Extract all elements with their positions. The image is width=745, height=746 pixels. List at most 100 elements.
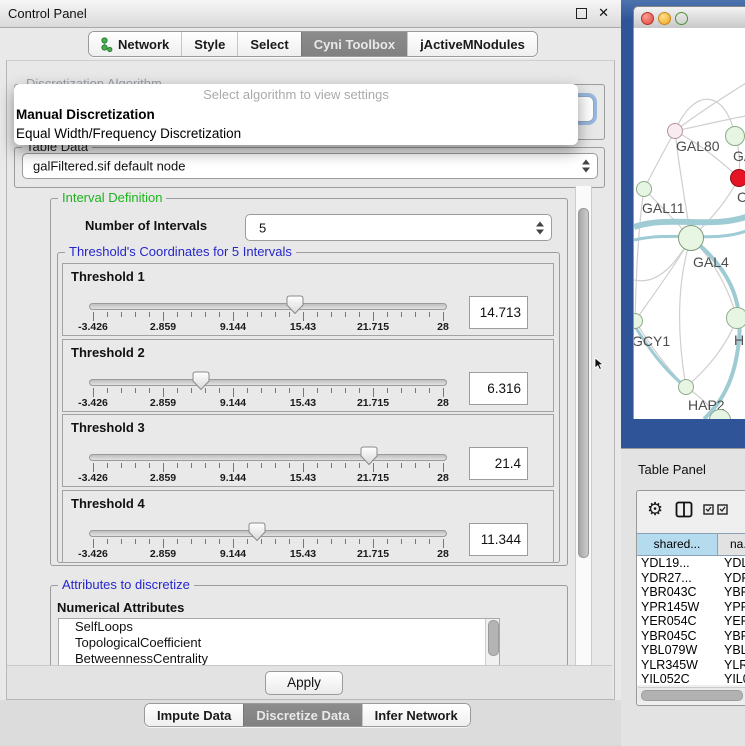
slider-tick — [247, 312, 248, 317]
threshold-slider-thumb[interactable] — [248, 522, 266, 547]
cell-name: YBR0 — [718, 585, 745, 600]
tab-discretize-data[interactable]: Discretize Data — [243, 704, 361, 726]
tab-label: Discretize Data — [256, 708, 349, 723]
threshold-row: Threshold 4-3.4262.8599.14415.4321.71528… — [62, 490, 554, 563]
tab-infer-network[interactable]: Infer Network — [362, 704, 470, 726]
slider-tick — [373, 388, 374, 397]
num-intervals-combobox[interactable]: 5 — [245, 214, 552, 241]
slider-tick-label: 21.715 — [343, 397, 403, 409]
slider-tick — [317, 539, 318, 544]
split-columns-icon[interactable] — [675, 501, 693, 518]
apply-bar: Apply — [7, 665, 612, 699]
table-header: shared... na... — [637, 533, 745, 556]
panel-scrollbar[interactable] — [575, 186, 592, 668]
table-row[interactable]: YBR043CYBR0 — [637, 585, 745, 600]
table-row[interactable]: YLR345WYLR3 — [637, 658, 745, 673]
select-attributes-icon[interactable] — [703, 504, 729, 515]
network-node-hap2[interactable] — [678, 379, 694, 395]
network-canvas[interactable]: GAL80GACGAL11GAL4HGCY1HAP2 — [633, 28, 745, 419]
table-hscrollbar-thumb[interactable] — [641, 690, 743, 701]
table-row[interactable]: YER054CYER0 — [637, 614, 745, 629]
threshold-list: Threshold 1-3.4262.8599.14415.4321.71528… — [62, 263, 554, 563]
slider-tick — [233, 539, 234, 548]
tab-jactivemnodules[interactable]: jActiveMNodules — [407, 32, 537, 56]
table-rows: YDL19...YDL1YDR27...YDR2YBR043CYBR0YPR14… — [637, 556, 745, 685]
cell-name: YBL0 — [718, 643, 745, 658]
threshold-value-field[interactable]: 14.713 — [469, 296, 528, 329]
apply-button[interactable]: Apply — [265, 671, 343, 695]
network-window-titlebar[interactable] — [633, 6, 745, 29]
network-node-gal11[interactable] — [636, 181, 652, 197]
network-node-gal4[interactable] — [678, 225, 704, 251]
tab-select[interactable]: Select — [237, 32, 300, 56]
network-node-ga[interactable] — [725, 126, 745, 146]
attribute-item-selfloops[interactable]: SelfLoops — [59, 619, 499, 635]
network-node-gal80[interactable] — [667, 123, 683, 139]
panel-title: Control Panel — [8, 6, 87, 21]
slider-tick-label: 21.715 — [343, 321, 403, 333]
gear-icon[interactable]: ⚙ — [647, 499, 663, 520]
float-window-icon[interactable] — [576, 8, 587, 19]
slider-tick-label: 2.859 — [133, 321, 193, 333]
table-row[interactable]: YPR145WYPR1 — [637, 600, 745, 615]
panel-scrollbar-thumb[interactable] — [578, 208, 589, 558]
table-row[interactable]: YDL19...YDL1 — [637, 556, 745, 571]
threshold-slider-track[interactable] — [89, 303, 447, 310]
table-row[interactable]: YIL052CYIL0 — [637, 672, 745, 685]
threshold-slider-track[interactable] — [89, 454, 447, 461]
threshold-slider-track[interactable] — [89, 379, 447, 386]
tab-style[interactable]: Style — [181, 32, 237, 56]
slider-tick — [93, 388, 94, 397]
slider-tick-label: 9.144 — [203, 321, 263, 333]
slider-tick — [107, 463, 108, 468]
tab-cyni-toolbox[interactable]: Cyni Toolbox — [301, 32, 407, 56]
tab-impute-data[interactable]: Impute Data — [145, 704, 243, 726]
tab-network[interactable]: Network — [89, 32, 181, 56]
algorithm-option-equal-width-frequency-discretization[interactable]: Equal Width/Frequency Discretization — [14, 124, 578, 143]
slider-tick — [373, 539, 374, 548]
tab-label: Network — [118, 37, 169, 52]
slider-tick — [317, 388, 318, 393]
attributes-scrollbar[interactable] — [485, 619, 499, 666]
numerical-attributes-list[interactable]: SelfLoopsTopologicalCoefficientBetweenne… — [58, 618, 500, 667]
threshold-value-field[interactable]: 6.316 — [469, 372, 528, 405]
minimize-traffic-light-icon[interactable] — [658, 12, 671, 25]
column-header-shared-name[interactable]: shared... — [637, 533, 718, 556]
slider-tick — [275, 539, 276, 544]
attributes-scrollbar-thumb[interactable] — [488, 620, 499, 656]
threshold-slider-thumb[interactable] — [286, 295, 304, 320]
network-node-c[interactable] — [730, 169, 745, 187]
column-header-name[interactable]: na... — [718, 533, 745, 556]
slider-tick — [289, 388, 290, 393]
slider-tick — [303, 463, 304, 472]
threshold-value-field[interactable]: 21.4 — [469, 447, 528, 480]
table-hscrollbar[interactable] — [638, 687, 745, 701]
thresholds-group-title: Threshold's Coordinates for 5 Intervals — [65, 244, 296, 259]
threshold-slider-thumb[interactable] — [192, 371, 210, 396]
attribute-item-topologicalcoefficient[interactable]: TopologicalCoefficient — [59, 635, 499, 651]
slider-tick — [163, 539, 164, 548]
table-data-combobox[interactable]: galFiltered.sif default node — [22, 153, 598, 179]
slider-tick — [191, 463, 192, 468]
table-row[interactable]: YBL079WYBL0 — [637, 643, 745, 658]
algorithm-prompt-item[interactable]: Select algorithm to view settings — [14, 84, 578, 105]
algorithm-option-manual-discretization[interactable]: Manual Discretization — [14, 105, 578, 124]
threshold-slider-track[interactable] — [89, 530, 447, 537]
slider-tick — [121, 388, 122, 393]
combo-stepper-icon — [536, 221, 544, 234]
slider-tick — [121, 463, 122, 468]
slider-tick — [331, 463, 332, 468]
tab-label: Style — [194, 37, 225, 52]
cell-shared-name: YER054C — [637, 614, 718, 629]
mouse-cursor — [594, 357, 606, 371]
slider-tick — [401, 388, 402, 393]
close-traffic-light-icon[interactable] — [641, 12, 654, 25]
zoom-traffic-light-icon[interactable] — [675, 12, 688, 25]
network-node-h[interactable] — [726, 307, 745, 329]
threshold-slider-thumb[interactable] — [360, 446, 378, 471]
table-row[interactable]: YDR27...YDR2 — [637, 571, 745, 586]
slider-tick — [317, 312, 318, 317]
threshold-value-field[interactable]: 11.344 — [469, 523, 528, 556]
close-icon[interactable]: ✕ — [598, 5, 609, 21]
table-row[interactable]: YBR045CYBR0 — [637, 629, 745, 644]
